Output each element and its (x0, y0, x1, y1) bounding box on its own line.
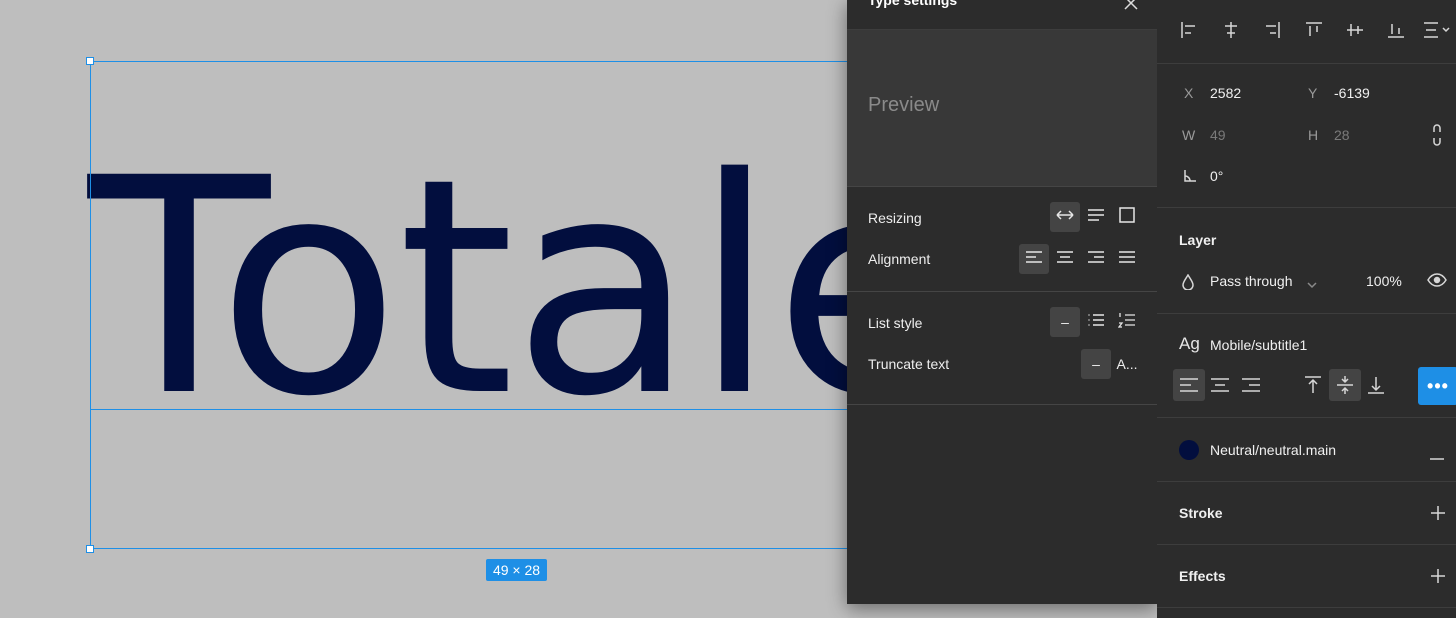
preview-text: Preview (868, 94, 940, 116)
list-none-button[interactable]: – (1050, 307, 1080, 337)
type-settings-panel: Type settings Preview Resizing Alignment… (847, 0, 1157, 604)
chevron-down-icon[interactable] (1307, 276, 1317, 294)
x-label: X (1184, 85, 1194, 101)
constrain-proportions-icon[interactable] (1432, 124, 1442, 151)
distribute-dropdown-icon[interactable] (1422, 20, 1452, 45)
align-left-icon (1025, 250, 1043, 268)
vertical-align-bottom-icon[interactable] (1367, 376, 1385, 399)
close-icon[interactable] (1123, 0, 1139, 16)
truncate-none-button[interactable]: – (1081, 349, 1111, 379)
auto-height-button[interactable] (1081, 202, 1111, 232)
divider (847, 291, 1157, 292)
height-input[interactable]: 28 (1334, 127, 1350, 143)
divider (1157, 544, 1456, 545)
numbered-list-icon (1117, 312, 1136, 333)
auto-width-button[interactable] (1050, 202, 1080, 232)
vertical-align-middle-icon (1336, 375, 1354, 400)
blend-mode-select[interactable]: Pass through (1210, 273, 1293, 289)
square-icon (1119, 206, 1135, 228)
text-style-icon: Ag (1179, 334, 1200, 353)
text-align-left-icon (1179, 378, 1199, 397)
align-vertical-centers-icon[interactable] (1345, 20, 1365, 45)
type-settings-header: Type settings (847, 0, 1157, 30)
divider (1157, 481, 1456, 482)
rotation-input[interactable]: 0° (1210, 168, 1223, 184)
y-label: Y (1308, 85, 1318, 101)
align-left-edges-icon[interactable] (1179, 20, 1199, 45)
align-center-button[interactable] (1050, 244, 1080, 274)
effects-section-title: Effects (1179, 568, 1226, 584)
text-baseline-guide (90, 409, 848, 410)
type-settings-more-button[interactable]: ••• (1418, 367, 1456, 405)
opacity-input[interactable]: 100% (1366, 273, 1402, 289)
bulleted-list-icon (1087, 313, 1105, 332)
truncate-text-label: Truncate text (868, 356, 950, 372)
eye-icon[interactable] (1427, 272, 1447, 293)
arrows-horizontal-icon (1056, 208, 1074, 226)
add-effect-icon[interactable] (1430, 568, 1446, 589)
align-bottom-edges-icon[interactable] (1386, 20, 1406, 45)
resizing-label: Resizing (868, 210, 922, 226)
list-style-label: List style (868, 315, 923, 331)
layer-section-title: Layer (1179, 232, 1217, 248)
align-justify-button[interactable] (1112, 244, 1142, 274)
vertical-align-top-icon[interactable] (1304, 376, 1322, 399)
w-label: W (1182, 127, 1196, 143)
truncate-ellipsis-button[interactable]: A... (1112, 349, 1142, 379)
minus-icon[interactable] (1429, 448, 1445, 466)
fill-style-name[interactable]: Neutral/neutral.main (1210, 442, 1336, 458)
text-style-name[interactable]: Mobile/subtitle1 (1210, 337, 1307, 353)
resize-handle-bottom-left[interactable] (86, 545, 94, 553)
align-right-edges-icon[interactable] (1262, 20, 1282, 45)
blend-mode-drop-icon (1182, 273, 1194, 295)
selection-box[interactable] (90, 61, 848, 549)
divider (1157, 417, 1456, 418)
stroke-section-title: Stroke (1179, 505, 1223, 521)
alignment-label: Alignment (868, 251, 931, 267)
design-canvas[interactable]: Totale 49 × 28 (0, 0, 848, 618)
align-right-button[interactable] (1081, 244, 1111, 274)
text-lines-icon (1087, 208, 1105, 227)
divider (1157, 63, 1456, 64)
text-align-center-icon[interactable] (1210, 378, 1230, 397)
properties-panel: X 2582 Y -6139 W 49 H 28 0° Layer Pass t… (1157, 0, 1456, 618)
align-horizontal-centers-icon[interactable] (1221, 20, 1241, 45)
h-label: H (1308, 127, 1319, 143)
fixed-size-button[interactable] (1112, 202, 1142, 232)
numbered-list-button[interactable] (1112, 307, 1142, 337)
rotation-icon (1183, 169, 1197, 188)
align-center-icon (1056, 250, 1074, 268)
divider (1157, 207, 1456, 208)
fill-color-swatch[interactable] (1179, 440, 1199, 460)
text-align-right-icon[interactable] (1241, 378, 1261, 397)
divider (1157, 313, 1456, 314)
add-stroke-icon[interactable] (1430, 505, 1446, 526)
type-settings-title: Type settings (868, 0, 958, 8)
align-top-edges-icon[interactable] (1304, 20, 1324, 45)
align-right-icon (1087, 250, 1105, 268)
x-input[interactable]: 2582 (1210, 85, 1241, 101)
divider (847, 404, 1157, 405)
align-left-button[interactable] (1019, 244, 1049, 274)
bulleted-list-button[interactable] (1081, 307, 1111, 337)
width-input[interactable]: 49 (1210, 127, 1226, 143)
divider (847, 186, 1157, 187)
resize-handle-top-left[interactable] (86, 57, 94, 65)
dimension-badge: 49 × 28 (486, 559, 547, 581)
align-justify-icon (1118, 250, 1136, 268)
divider (1157, 607, 1456, 608)
y-input[interactable]: -6139 (1334, 85, 1370, 101)
